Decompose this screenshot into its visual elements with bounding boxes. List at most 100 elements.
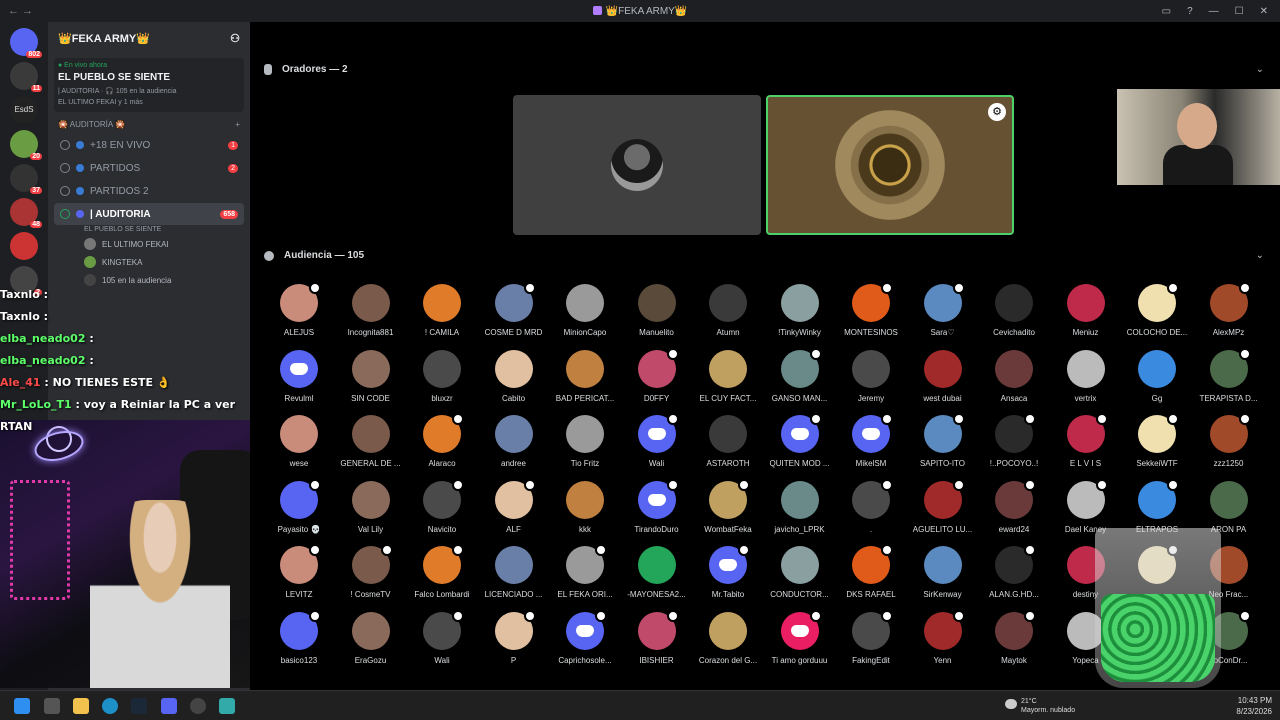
start-icon[interactable] [14, 698, 30, 714]
server-icon[interactable]: 11 [10, 62, 42, 92]
task-view-icon[interactable] [44, 698, 60, 714]
audience-member[interactable]: AlexMPz [1193, 282, 1265, 337]
audience-member[interactable]: eward24 [978, 478, 1050, 534]
audience-member[interactable]: MikelSM [835, 413, 907, 468]
minimize-button[interactable]: — [1209, 6, 1219, 17]
audience-member[interactable]: andree [478, 415, 550, 468]
audience-member[interactable]: Mr.Tabito [692, 544, 764, 599]
audience-member[interactable]: CONDUCTOR... [764, 546, 836, 599]
server-icon[interactable]: 802 [10, 28, 42, 58]
audience-member[interactable]: P [478, 609, 550, 665]
category-header[interactable]: 🎇 AUDITORÍA 🎇 + [48, 112, 250, 133]
inbox-icon[interactable]: ▭ [1162, 6, 1171, 17]
server-header[interactable]: 👑FEKA ARMY👑 ⚇ [48, 22, 250, 54]
audience-member[interactable]: LICENCIADO ... [478, 546, 550, 599]
audience-member[interactable]: DKS RAFAEL [835, 544, 907, 599]
audience-member[interactable]: ARON PA [1193, 480, 1265, 534]
chevron-down-icon[interactable]: ⌄ [1256, 250, 1264, 261]
audience-member[interactable]: Manuelito [621, 284, 693, 337]
speaker-tile-speaking[interactable]: ⚙ [766, 95, 1014, 235]
audience-member[interactable]: ELTRAPOS [1121, 478, 1193, 534]
audience-member[interactable]: Ansaca [978, 349, 1050, 403]
audience-member[interactable]: Gg [1121, 349, 1193, 403]
audience-member[interactable]: GANSO MAN... [764, 347, 836, 403]
audience-member[interactable]: MONTESINOS [835, 282, 907, 337]
channel-item[interactable]: PARTIDOS 2 [54, 157, 244, 179]
audience-member[interactable]: TERAPISTA D... [1193, 347, 1265, 403]
app-icon[interactable] [219, 698, 235, 714]
audience-member[interactable]: SirKenway [907, 546, 979, 599]
close-button[interactable]: ✕ [1260, 6, 1268, 17]
audience-member[interactable]: Maytok [978, 609, 1050, 665]
audience-member[interactable]: Dael Kaney [1050, 478, 1122, 534]
audience-member[interactable]: SAPITO-ITO [907, 413, 979, 468]
audience-member[interactable]: Yenn [907, 609, 979, 665]
channel-item[interactable]: +18 EN VIVO 1 [54, 134, 244, 156]
audience-member[interactable]: Wali [621, 413, 693, 468]
audience-member[interactable]: MinionCapo [549, 284, 621, 337]
plus-icon[interactable]: + [235, 120, 240, 129]
audience-member[interactable]: BAD PERICAT... [549, 349, 621, 403]
chevron-down-icon[interactable]: ⌄ [1256, 64, 1264, 75]
audience-member[interactable]: . [835, 478, 907, 534]
settings-icon[interactable]: ⚙ [988, 103, 1006, 121]
audience-member[interactable]: IBISHIER [621, 609, 693, 665]
audience-member[interactable]: Jeremy [835, 349, 907, 403]
help-icon[interactable]: ? [1187, 6, 1193, 17]
audience-member[interactable]: Navicito [406, 478, 478, 534]
audience-member[interactable]: Atumn [692, 284, 764, 337]
audience-member[interactable]: ! CAMILA [406, 284, 478, 337]
audience-member[interactable]: ASTAROTH [692, 415, 764, 468]
obs-icon[interactable] [190, 698, 206, 714]
audience-member[interactable]: west dubai [907, 349, 979, 403]
audience-member[interactable]: TirandoDuro [621, 478, 693, 534]
speaker-tile[interactable] [513, 95, 761, 235]
add-member-icon[interactable]: ⚇ [230, 32, 240, 45]
audience-member[interactable]: LEVITZ [263, 544, 335, 599]
server-icon[interactable]: 37 [10, 164, 42, 194]
audience-member[interactable]: Revulml [263, 349, 335, 403]
speakers-header[interactable]: Oradores — 2 [264, 64, 348, 75]
edge-icon[interactable] [102, 698, 118, 714]
audience-member[interactable]: Wali [406, 609, 478, 665]
stage-member[interactable]: KINGTEKA [48, 253, 250, 271]
audience-member[interactable]: AGUELITO LU... [907, 478, 979, 534]
audience-member[interactable]: EraGozu [335, 611, 407, 665]
audience-member[interactable]: Alaraco [406, 413, 478, 468]
audience-member[interactable]: Incognita881 [335, 284, 407, 337]
audience-member[interactable]: wese [263, 415, 335, 468]
audience-member[interactable]: Sara♡ [907, 282, 979, 337]
audience-member[interactable]: vertrix [1050, 349, 1122, 403]
audience-member[interactable]: ! CosmeTV [335, 544, 407, 599]
audience-member[interactable]: javicho_LPRK [764, 480, 836, 534]
audience-member[interactable]: basico123 [263, 609, 335, 665]
clock[interactable]: 10:43 PM 8/23/2026 [1236, 695, 1272, 717]
stage-member[interactable]: EL ULTIMO FEKAI [48, 235, 250, 253]
audience-member[interactable]: Payasito 💀 [263, 478, 335, 534]
audience-member[interactable]: Tio Fritz [549, 415, 621, 468]
audience-member[interactable]: COLOCHO DE... [1121, 282, 1193, 337]
audience-member[interactable]: COSME D MRD [478, 282, 550, 337]
file-explorer-icon[interactable] [73, 698, 89, 714]
audience-member[interactable]: kkk [549, 480, 621, 534]
audience-member[interactable]: SekkeiWTF [1121, 413, 1193, 468]
audience-member[interactable]: !TinkyWinky [764, 284, 836, 337]
audience-member[interactable]: Val Lily [335, 480, 407, 534]
steam-icon[interactable] [131, 698, 147, 714]
weather-widget[interactable]: 21°C Mayorm. nublado [1005, 697, 1075, 715]
audience-member[interactable]: Cevichadito [978, 284, 1050, 337]
server-icon[interactable]: EsdS [10, 96, 38, 124]
audience-member[interactable]: Falco Lombardi [406, 544, 478, 599]
audience-member[interactable]: zzz1250 [1193, 413, 1265, 468]
audience-member[interactable]: Cabito [478, 349, 550, 403]
server-icon[interactable] [10, 232, 38, 260]
audience-member[interactable]: !..POCOYO..! [978, 413, 1050, 468]
audience-member[interactable]: D0FFY [621, 347, 693, 403]
audience-member[interactable]: -MAYONESA2... [621, 546, 693, 599]
audience-member[interactable]: E L V I S [1050, 413, 1122, 468]
audience-member[interactable]: EL FEKA ORI... [549, 544, 621, 599]
audience-member[interactable]: ALEJUS [263, 282, 335, 337]
channel-item[interactable]: PARTIDOS 2 [54, 180, 244, 202]
audience-member[interactable]: QUITEN MOD ... [764, 413, 836, 468]
audience-member[interactable]: SIN CODE [335, 349, 407, 403]
